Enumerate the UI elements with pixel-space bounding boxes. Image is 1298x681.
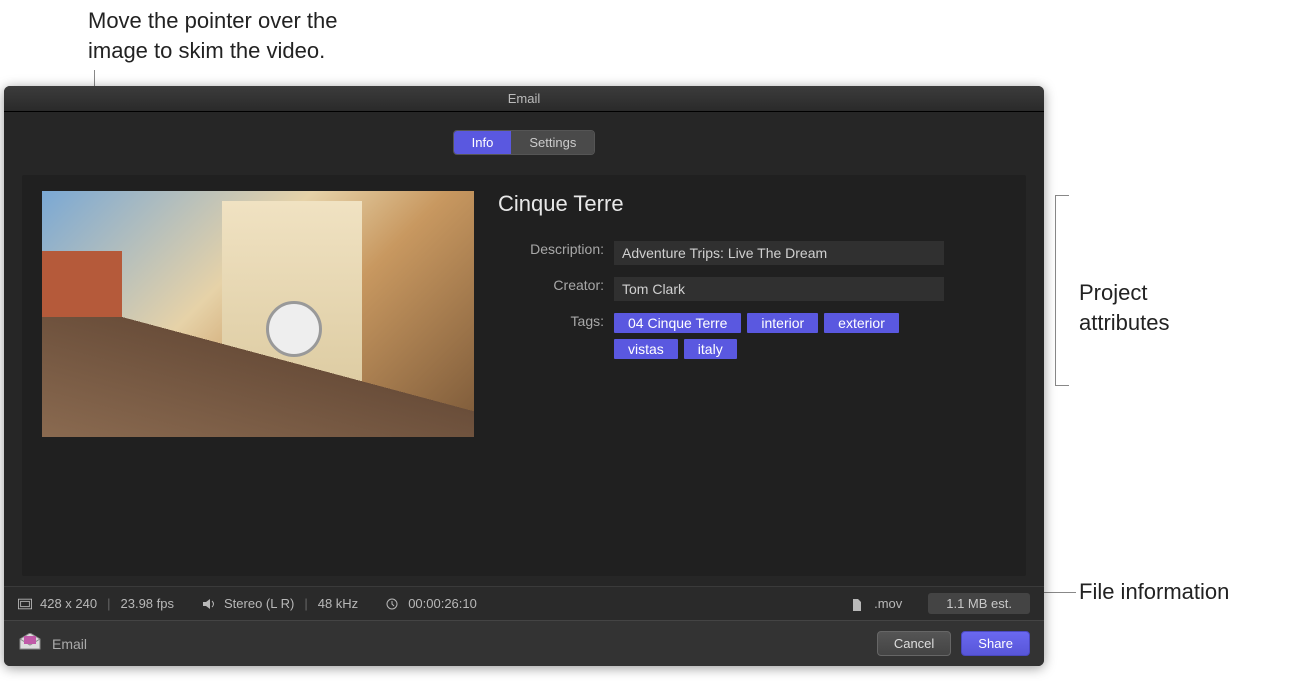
callout-leader	[1055, 385, 1069, 386]
fps-value: 23.98 fps	[121, 596, 175, 611]
tab-settings[interactable]: Settings	[511, 131, 594, 154]
separator: |	[107, 596, 110, 611]
footer-bar: Email Cancel Share	[4, 620, 1044, 666]
tags-label: Tags:	[498, 313, 614, 329]
frame-icon	[18, 598, 32, 610]
cancel-button[interactable]: Cancel	[877, 631, 951, 656]
attr-row-creator: Creator:	[498, 277, 1006, 301]
callout-skim: Move the pointer over the image to skim …	[88, 6, 337, 65]
speaker-icon	[202, 598, 216, 610]
creator-field[interactable]	[614, 277, 944, 301]
destination-label: Email	[52, 636, 87, 652]
description-field[interactable]	[614, 241, 944, 265]
clock-icon	[386, 598, 400, 610]
separator: |	[304, 596, 307, 611]
envelope-icon	[18, 633, 42, 654]
callout-leader	[1055, 195, 1069, 196]
creator-label: Creator:	[498, 277, 614, 293]
callout-leader	[1055, 195, 1056, 385]
project-attributes: Cinque Terre Description: Creator: Tags:…	[498, 191, 1006, 371]
document-icon	[852, 598, 866, 610]
tag-item[interactable]: 04 Cinque Terre	[614, 313, 741, 333]
video-thumbnail[interactable]	[42, 191, 474, 437]
file-info-bar: 428 x 240 | 23.98 fps Stereo (L R) | 48 …	[4, 586, 1044, 620]
info-panel: Cinque Terre Description: Creator: Tags:…	[22, 175, 1026, 576]
tab-row: Info Settings	[22, 130, 1026, 155]
tag-item[interactable]: interior	[747, 313, 818, 333]
tag-item[interactable]: vistas	[614, 339, 678, 359]
tags-container[interactable]: 04 Cinque Terre interior exterior vistas…	[614, 313, 914, 359]
filesize-estimate: 1.1 MB est.	[928, 593, 1030, 614]
callout-project-attributes: Project attributes	[1079, 278, 1170, 337]
project-title: Cinque Terre	[498, 191, 1006, 217]
share-dialog-window: Email Info Settings Cinque Terre Descrip…	[4, 86, 1044, 666]
audio-value: Stereo (L R)	[224, 596, 294, 611]
content-area: Info Settings Cinque Terre Description: …	[4, 112, 1044, 586]
share-button[interactable]: Share	[961, 631, 1030, 656]
attr-row-tags: Tags: 04 Cinque Terre interior exterior …	[498, 313, 1006, 359]
attr-row-description: Description:	[498, 241, 1006, 265]
tag-item[interactable]: exterior	[824, 313, 899, 333]
duration-value: 00:00:26:10	[408, 596, 477, 611]
tab-info[interactable]: Info	[454, 131, 512, 154]
dimensions-value: 428 x 240	[40, 596, 97, 611]
callout-file-information: File information	[1079, 577, 1229, 607]
description-label: Description:	[498, 241, 614, 257]
window-title: Email	[4, 86, 1044, 112]
segmented-control: Info Settings	[453, 130, 596, 155]
samplerate-value: 48 kHz	[318, 596, 358, 611]
tag-item[interactable]: italy	[684, 339, 737, 359]
extension-value: .mov	[874, 596, 902, 611]
